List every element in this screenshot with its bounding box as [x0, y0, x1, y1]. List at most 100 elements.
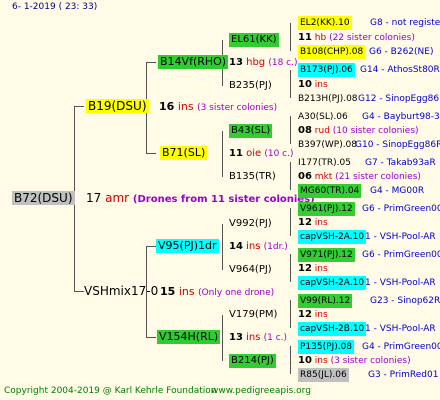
g2-abbr-4: ins	[246, 332, 261, 343]
g4-abbr-11: mkt	[314, 172, 333, 182]
connector-g4f	[290, 254, 291, 282]
g4-node-3[interactable]: B108(CHP).08	[298, 45, 366, 59]
connector-g4c	[290, 116, 291, 144]
connector-g4d	[290, 162, 291, 190]
g3-node-5[interactable]: V992(PJ)	[229, 217, 272, 231]
g4-note-11: (21 sister colonies)	[335, 172, 421, 182]
g3-node-4[interactable]: B135(TR)	[229, 170, 276, 184]
g4-info-17: 12 ins	[298, 262, 328, 276]
g4-note-23: (3 sister colonies)	[330, 356, 411, 366]
g4-ref-16: G6 - PrimGreen00	[362, 250, 440, 260]
connector-g4b	[290, 70, 291, 98]
g4-abbr-20: ins	[314, 310, 328, 320]
g4-node-9[interactable]: B397(WP).08	[298, 138, 357, 152]
g3-node-2[interactable]: B235(PJ)	[229, 79, 272, 93]
g4-info-2: 11 hb (22 sister colonies)	[298, 31, 415, 45]
g3-node-8[interactable]: B214(PJ)	[229, 354, 276, 368]
g2-num-2: 11	[229, 148, 243, 159]
g4-info-8: 08 rud (10 sister colonies)	[298, 124, 419, 138]
g4-note-2: (22 sister colonies)	[329, 33, 415, 43]
footer-site-link[interactable]: www.pedigreeapis.org	[211, 384, 311, 398]
g2-note-2: (10 c.)	[264, 149, 294, 159]
g2-info-3: 14 ins (1dr.)	[229, 240, 288, 254]
g4-node-16[interactable]: V971(PJ).12	[298, 248, 355, 262]
connector-g4a	[290, 23, 291, 51]
g2-abbr-1: hbg	[246, 57, 266, 68]
g4-num-5: 10	[298, 79, 312, 90]
g1-father-num: 16	[159, 100, 175, 113]
g4-node-24[interactable]: R85(JL).06	[298, 368, 349, 382]
g4-node-21[interactable]: capVSH-2B.10	[298, 322, 367, 336]
g4-note-8: (10 sister colonies)	[332, 126, 419, 136]
g4-num-14: 12	[298, 217, 312, 228]
g3-node-7[interactable]: V179(PM)	[229, 308, 277, 322]
g4-node-12[interactable]: MG60(TR).04	[298, 184, 362, 198]
g4-ref-9: G10 - SinopEgg86R	[355, 140, 440, 150]
g4-node-4[interactable]: B173(PJ).06	[298, 63, 355, 77]
root-node[interactable]: B72(DSU)	[12, 191, 75, 205]
g2-info-1: 13 hbg (18 c.)	[229, 56, 298, 70]
g4-ref-1: G8 - not registe	[370, 18, 440, 28]
g4-abbr-14: ins	[314, 218, 328, 228]
header-date: 6- 1-2019 ( 23: 33)	[12, 2, 98, 12]
g4-ref-7: G4 - Bayburt98-3	[362, 112, 440, 122]
g4-ref-19: G23 - Sinop62R	[370, 296, 440, 306]
g4-ref-15: 1 - VSH-Pool-AR	[365, 232, 436, 242]
connector-g2b-top	[146, 246, 156, 247]
g4-node-19[interactable]: V99(RL).12	[298, 294, 353, 308]
g4-node-15[interactable]: capVSH-2A.10	[298, 230, 367, 244]
g4-node-7[interactable]: A30(SL).06	[298, 110, 348, 124]
g4-num-20: 12	[298, 309, 312, 320]
connector-g3b	[222, 131, 223, 177]
g1-mother-num: 15	[160, 285, 176, 298]
connector-g4e	[290, 208, 291, 236]
g4-ref-4: G14 - AthosSt80R	[360, 65, 440, 75]
g3-node-6[interactable]: V964(PJ)	[229, 263, 272, 277]
g2-abbr-3: ins	[246, 241, 261, 252]
connector-g4g	[290, 300, 291, 328]
g4-ref-6: G12 - SinopEgg86R	[358, 94, 440, 104]
g4-num-17: 12	[298, 263, 312, 274]
g4-node-22[interactable]: P135(PJ).08	[298, 340, 355, 354]
g2-node-3[interactable]: V95(PJ)1dr	[156, 239, 219, 253]
g2-node-4[interactable]: V154H(RL)	[157, 330, 221, 344]
g2-note-1: (18 c.)	[268, 58, 298, 68]
g4-node-6[interactable]: B213H(PJ).08	[298, 92, 358, 106]
g4-ref-18: 1 - VSH-Pool-AR	[365, 278, 436, 288]
g4-num-8: 08	[298, 125, 312, 136]
root-note: (Drones from 11 sister colonies)	[132, 194, 315, 205]
g4-node-1[interactable]: EL2(KK).10	[298, 16, 352, 30]
g4-node-13[interactable]: V961(PJ).12	[298, 202, 355, 216]
g3-node-3[interactable]: B43(SL)	[229, 124, 273, 138]
g4-info-20: 12 ins	[298, 308, 328, 322]
g4-node-10[interactable]: I177(TR).05	[298, 156, 351, 170]
g1-father-abbr: ins	[177, 100, 194, 113]
g1-father-note: (3 sister colonies)	[197, 103, 278, 113]
pedigree-chart: 6- 1-2019 ( 23: 33) B72(DSU) 17 amr (Dro…	[0, 0, 440, 400]
g4-abbr-17: ins	[314, 264, 328, 274]
g4-ref-13: G6 - PrimGreen00	[362, 204, 440, 214]
g4-ref-12: G4 - MG00R	[370, 186, 425, 196]
g4-ref-10: G7 - Takab93aR	[365, 158, 436, 168]
g2-note-4: (1 c.)	[263, 333, 288, 343]
g1-mother-node[interactable]: VSHmix17-0	[84, 284, 158, 298]
g2-node-2[interactable]: B71(SL)	[160, 146, 208, 160]
connector-g2b-bottom	[146, 337, 156, 338]
connector-g1-top	[74, 106, 84, 107]
g4-info-11: 06 mkt (21 sister colonies)	[298, 170, 421, 184]
g2-num-3: 14	[229, 241, 243, 252]
connector-g2a-bottom	[146, 153, 156, 154]
g2-info-4: 13 ins (1 c.)	[229, 331, 287, 345]
g1-mother-note: (Only one drone)	[198, 288, 275, 298]
g4-ref-3: G6 - B262(NE)	[369, 47, 434, 57]
g4-abbr-23: ins	[314, 356, 328, 366]
g2-note-3: (1dr.)	[263, 242, 288, 252]
g3-node-1[interactable]: EL61(KK)	[229, 33, 279, 47]
g4-node-18[interactable]: capVSH-2A.10	[298, 276, 367, 290]
root-info: 17 amr (Drones from 11 sister colonies)	[86, 191, 315, 207]
g4-info-5: 10 ins	[298, 78, 328, 92]
g2-node-1[interactable]: B14Vf(RHO)	[158, 55, 229, 69]
g2-num-1: 13	[229, 57, 243, 68]
g1-father-node[interactable]: B19(DSU)	[86, 99, 149, 113]
g2-num-4: 13	[229, 332, 243, 343]
